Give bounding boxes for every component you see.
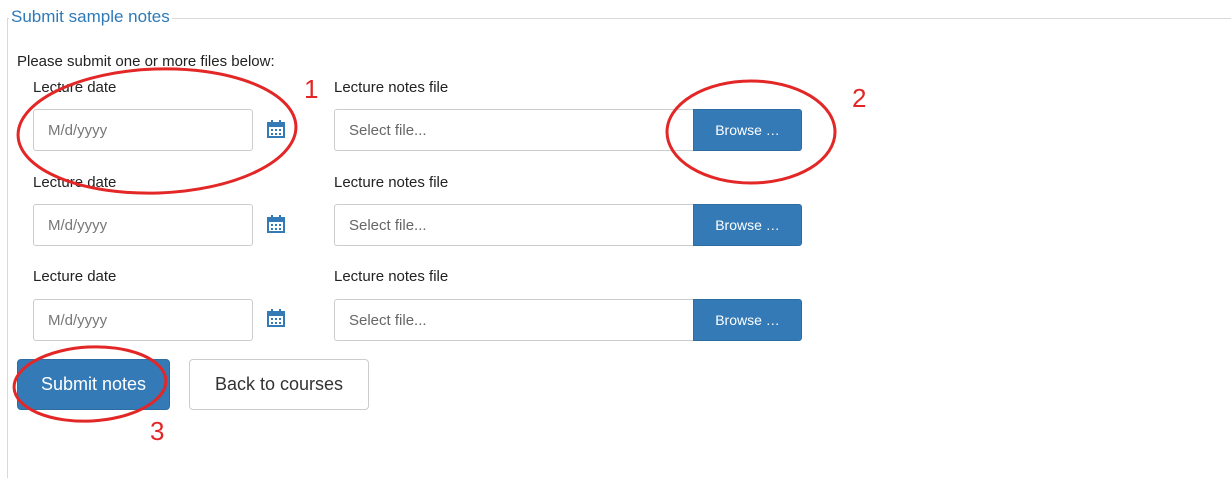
lecture-notes-file-label-2: Lecture notes file bbox=[334, 174, 449, 191]
lecture-notes-file-label-3: Lecture notes file bbox=[334, 268, 449, 285]
lecture-notes-file-input-1[interactable] bbox=[334, 109, 694, 151]
browse-button-3[interactable]: Browse … bbox=[693, 299, 802, 341]
lecture-date-label-3: Lecture date bbox=[33, 268, 117, 285]
lecture-notes-file-label-1: Lecture notes file bbox=[334, 79, 449, 96]
browse-button-2[interactable]: Browse … bbox=[693, 204, 802, 246]
lecture-date-input-1[interactable] bbox=[33, 109, 253, 151]
calendar-icon[interactable] bbox=[266, 119, 286, 139]
form-legend: Submit sample notes bbox=[9, 6, 172, 28]
lecture-notes-file-input-3[interactable] bbox=[334, 299, 694, 341]
calendar-icon[interactable] bbox=[266, 214, 286, 234]
lecture-notes-file-input-2[interactable] bbox=[334, 204, 694, 246]
lecture-date-input-2[interactable] bbox=[33, 204, 253, 246]
calendar-icon[interactable] bbox=[266, 308, 286, 328]
submit-notes-button[interactable]: Submit notes bbox=[17, 359, 170, 410]
lecture-date-label-1: Lecture date bbox=[33, 79, 117, 96]
annotation-number-1: 1 bbox=[304, 74, 319, 104]
annotation-number-2: 2 bbox=[852, 83, 867, 113]
back-to-courses-button[interactable]: Back to courses bbox=[189, 359, 369, 410]
browse-button-1[interactable]: Browse … bbox=[693, 109, 802, 151]
lecture-date-label-2: Lecture date bbox=[33, 174, 117, 191]
annotation-number-3: 3 bbox=[150, 416, 165, 446]
lecture-date-input-3[interactable] bbox=[33, 299, 253, 341]
form-intro-text: Please submit one or more files below: bbox=[17, 53, 275, 70]
